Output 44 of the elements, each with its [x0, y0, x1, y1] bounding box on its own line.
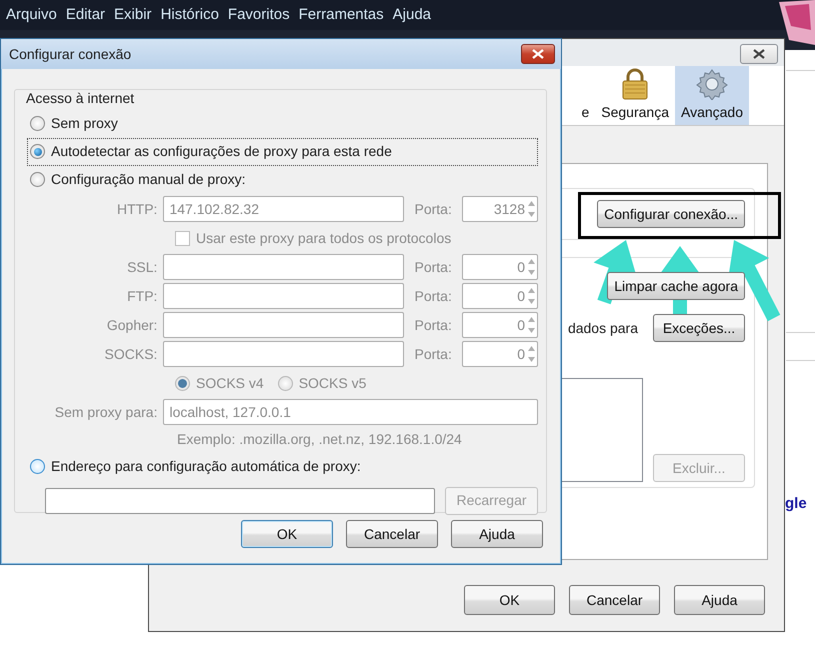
- menu-item[interactable]: Ferramentas: [298, 6, 389, 24]
- example-text: Exemplo: .mozilla.org, .net.nz, 192.168.1.0/24: [176, 430, 463, 449]
- menu-item[interactable]: Editar: [66, 6, 110, 24]
- radio-option[interactable]: Endereço para configuração automática de proxy:: [27, 452, 364, 481]
- window-title: Configurar conexão: [9, 46, 132, 62]
- field-label: SOCKS:: [104, 346, 158, 363]
- field-label: Porta:: [414, 200, 453, 218]
- dialog-button[interactable]: Ajuda: [451, 520, 543, 548]
- menu-item[interactable]: Histórico: [160, 6, 224, 24]
- field-label: Porta:: [414, 258, 453, 276]
- dialog-button[interactable]: Cancelar: [346, 520, 438, 548]
- close-button[interactable]: [740, 44, 778, 64]
- field-label: Sem proxy para:: [54, 404, 158, 421]
- dialog-button[interactable]: Cancelar: [569, 585, 660, 615]
- field-label: Porta:: [414, 316, 453, 334]
- field-label: Porta:: [414, 346, 453, 363]
- offline-text: dados para: [568, 320, 638, 336]
- lock-icon: [621, 68, 650, 100]
- field-label: HTTP:: [116, 200, 158, 218]
- close-icon: [753, 49, 765, 59]
- tab[interactable]: e: [575, 66, 596, 125]
- tab[interactable]: Avançado: [674, 66, 749, 125]
- clear-cache-button[interactable]: Limpar cache agora: [607, 272, 745, 300]
- page-text: gle: [785, 495, 807, 513]
- url-field[interactable]: [45, 488, 435, 514]
- radio-option[interactable]: Autodetectar as configurações de proxy para esta rede: [27, 138, 538, 166]
- field-label: Gopher:: [106, 316, 158, 334]
- field-label: FTP:: [126, 288, 158, 305]
- menu-item[interactable]: Exibir: [114, 6, 157, 24]
- close-icon: [532, 49, 544, 59]
- field-label: SSL:: [126, 258, 158, 276]
- connection-settings-button[interactable]: Configurar conexão...: [597, 200, 745, 228]
- menu-item[interactable]: Arquivo: [6, 6, 62, 24]
- dialog-button[interactable]: Ajuda: [674, 585, 765, 615]
- gear-icon: [696, 68, 728, 100]
- menu-item[interactable]: Favoritos: [228, 6, 295, 24]
- close-button[interactable]: [521, 44, 555, 64]
- menu-item[interactable]: Ajuda: [392, 6, 436, 24]
- dialog-button[interactable]: OK: [464, 585, 555, 615]
- field-label: Porta:: [414, 288, 453, 305]
- tab[interactable]: Segurança: [595, 66, 675, 125]
- dialog-button[interactable]: OK: [241, 520, 333, 548]
- radio-option[interactable]: Sem proxy: [27, 110, 121, 138]
- exceptions-button[interactable]: Exceções...: [653, 314, 745, 342]
